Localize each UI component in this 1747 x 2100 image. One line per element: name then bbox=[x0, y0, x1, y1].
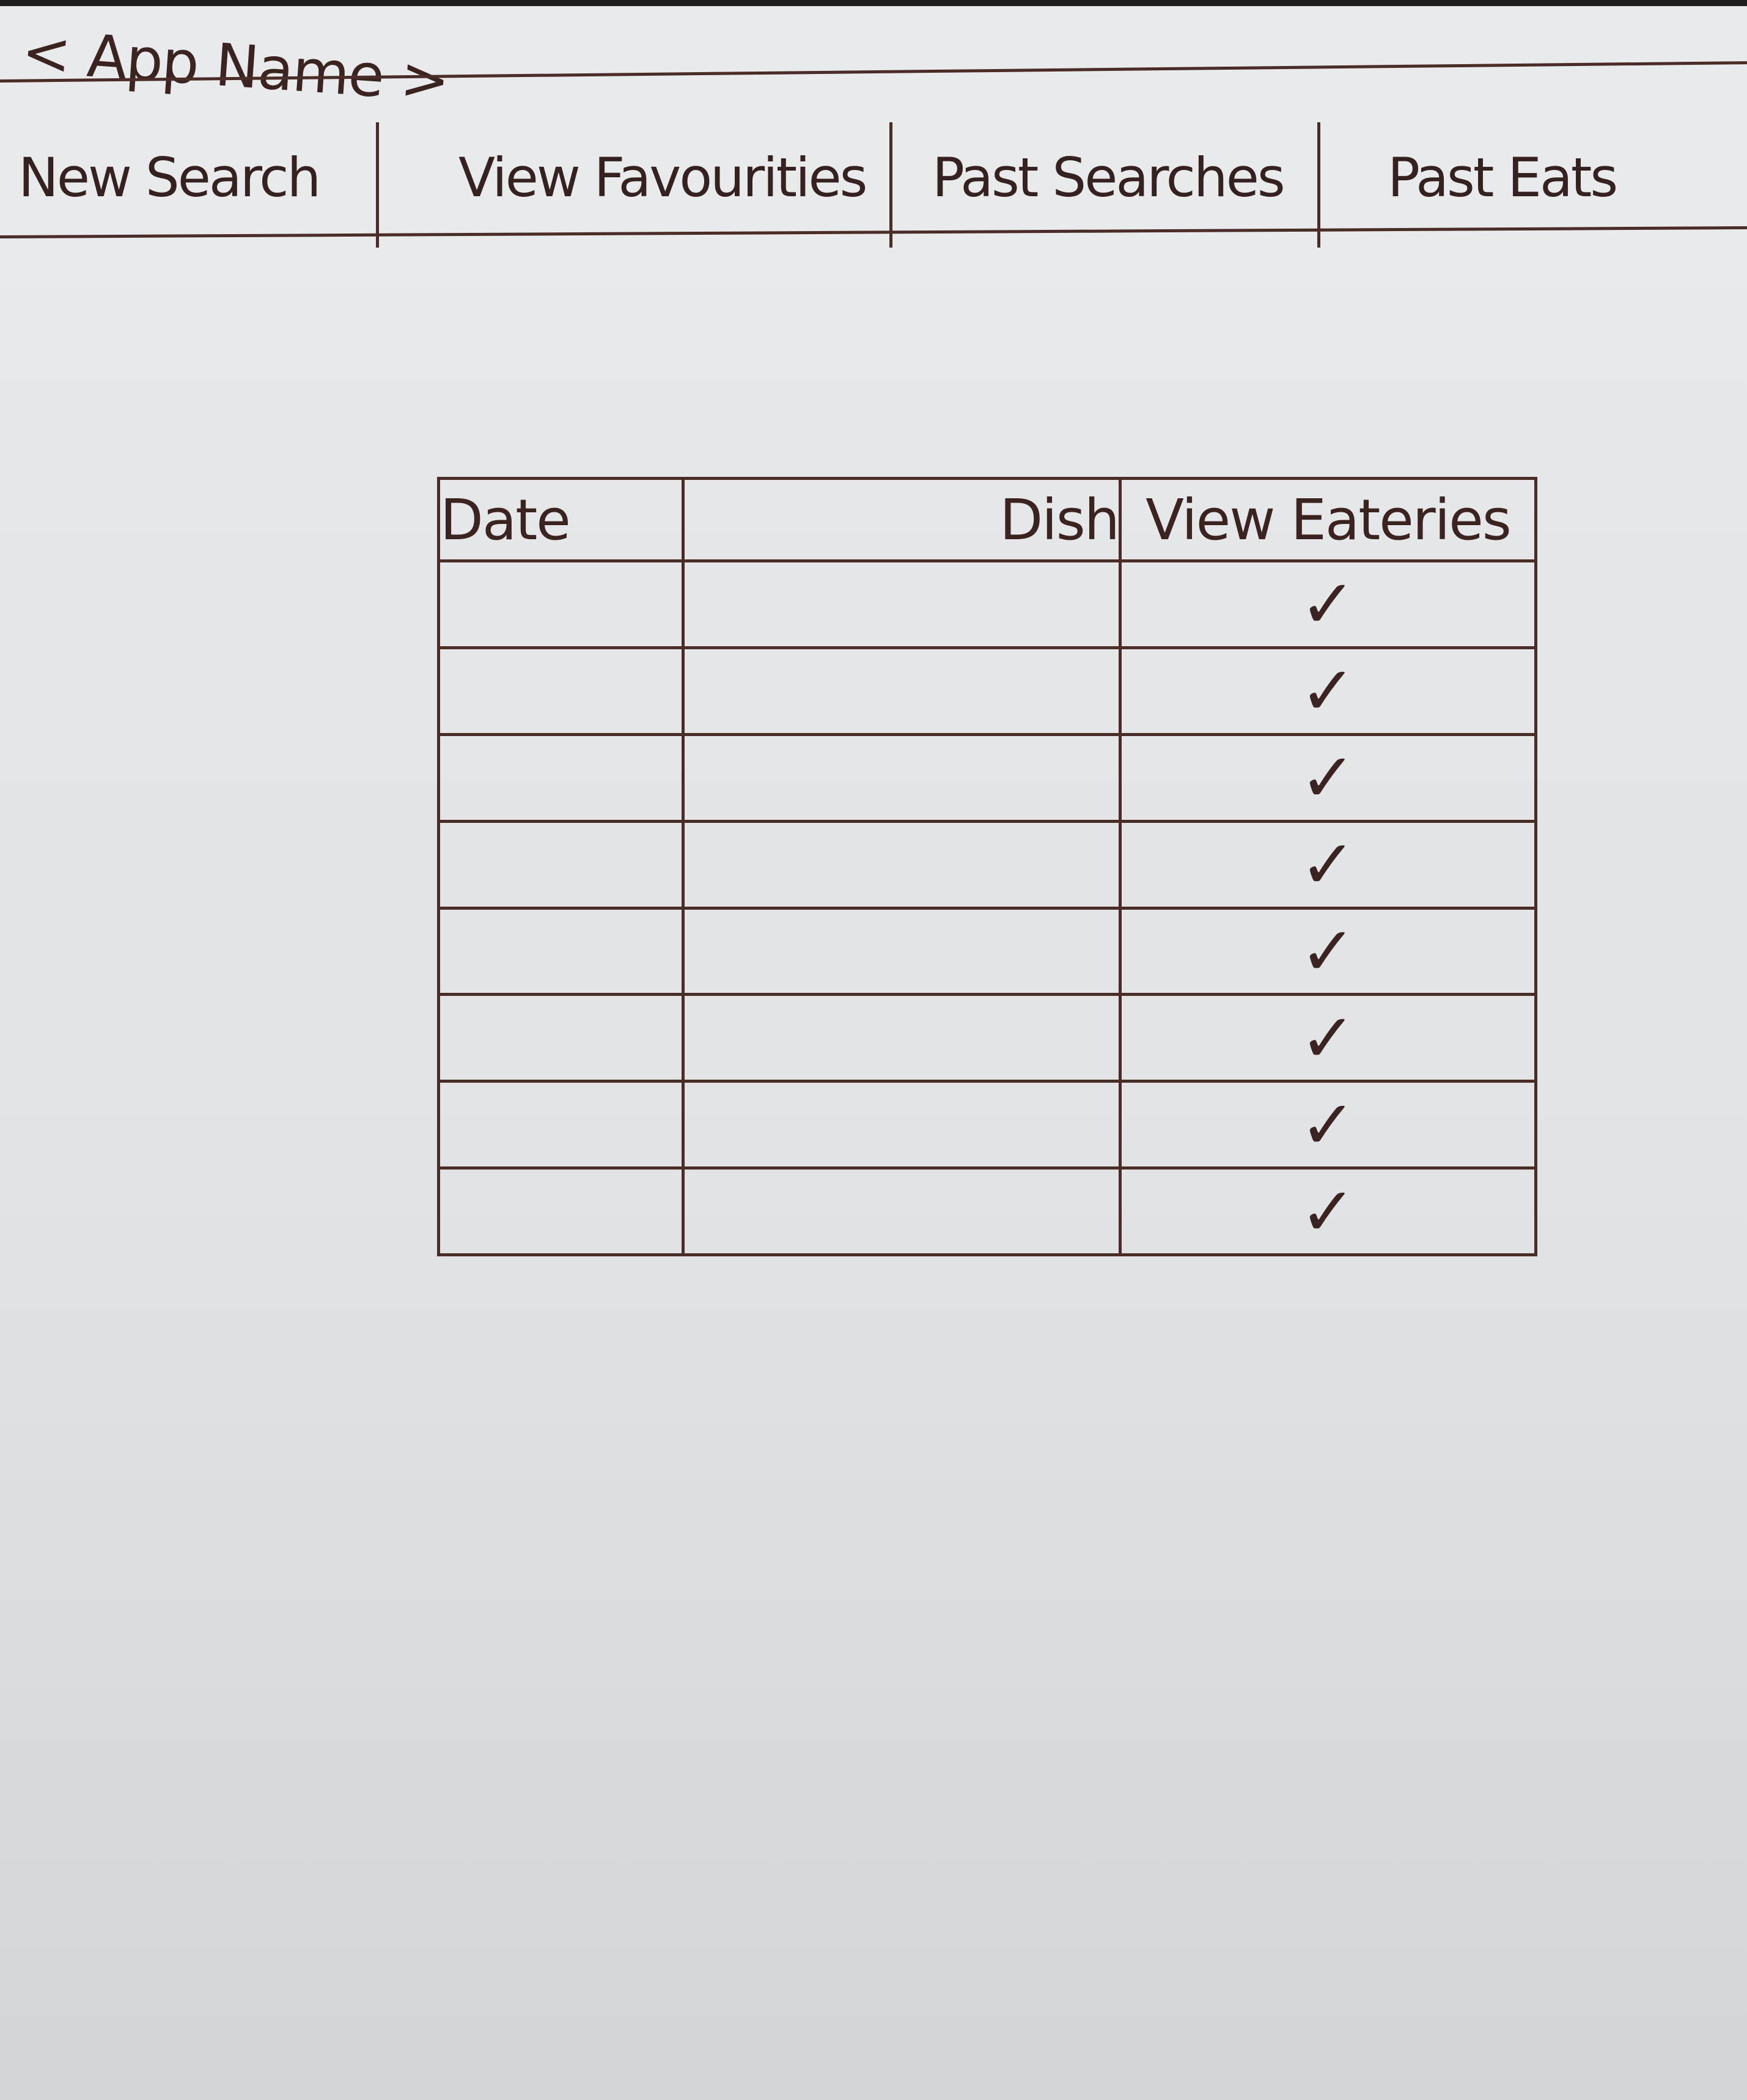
cell-date bbox=[437, 819, 685, 910]
table-row: ✓ bbox=[437, 993, 1537, 1083]
tab-view-favourities[interactable]: View Favourities bbox=[458, 116, 868, 238]
view-eateries-check-button[interactable]: ✓ bbox=[1119, 1080, 1537, 1170]
view-eateries-check-button[interactable]: ✓ bbox=[1119, 819, 1537, 910]
cell-date bbox=[437, 993, 685, 1083]
table-row: ✓ bbox=[437, 1080, 1537, 1170]
table-row: ✓ bbox=[437, 1166, 1537, 1256]
nav-divider bbox=[376, 122, 379, 248]
nav-divider bbox=[889, 122, 892, 248]
cell-dish bbox=[682, 1080, 1122, 1170]
view-eateries-check-button[interactable]: ✓ bbox=[1119, 993, 1537, 1083]
cell-date bbox=[437, 906, 685, 997]
column-header-view-eateries: View Eateries bbox=[1119, 477, 1537, 562]
past-eats-table: Date Dish View Eateries ✓ ✓ ✓ ✓ ✓ ✓ ✓ ✓ bbox=[437, 477, 1537, 1256]
cell-dish bbox=[682, 1166, 1122, 1256]
cell-date bbox=[437, 1080, 685, 1170]
view-eateries-check-button[interactable]: ✓ bbox=[1119, 559, 1537, 649]
cell-dish bbox=[682, 559, 1122, 649]
tab-past-eats[interactable]: Past Eats bbox=[1388, 116, 1618, 238]
cell-dish bbox=[682, 993, 1122, 1083]
tab-new-search[interactable]: New Search bbox=[18, 116, 321, 238]
cell-date bbox=[437, 732, 685, 823]
table-row: ✓ bbox=[437, 819, 1537, 910]
table-row: ✓ bbox=[437, 732, 1537, 823]
cell-date bbox=[437, 1166, 685, 1256]
cell-date bbox=[437, 646, 685, 736]
past-eats-table-container: Date Dish View Eateries ✓ ✓ ✓ ✓ ✓ ✓ ✓ ✓ bbox=[437, 477, 1537, 1256]
cell-dish bbox=[682, 732, 1122, 823]
table-header-row: Date Dish View Eateries bbox=[437, 477, 1537, 562]
view-eateries-check-button[interactable]: ✓ bbox=[1119, 646, 1537, 736]
table-row: ✓ bbox=[437, 906, 1537, 997]
view-eateries-check-button[interactable]: ✓ bbox=[1119, 906, 1537, 997]
column-header-date: Date bbox=[437, 477, 685, 562]
column-header-dish: Dish bbox=[682, 477, 1122, 562]
main-nav: New Search View Favourities Past Searche… bbox=[0, 116, 1747, 238]
cell-dish bbox=[682, 819, 1122, 910]
cell-date bbox=[437, 559, 685, 649]
tab-past-searches[interactable]: Past Searches bbox=[932, 116, 1285, 238]
table-row: ✓ bbox=[437, 559, 1537, 649]
view-eateries-check-button[interactable]: ✓ bbox=[1119, 1166, 1537, 1256]
table-row: ✓ bbox=[437, 646, 1537, 736]
cell-dish bbox=[682, 646, 1122, 736]
cell-dish bbox=[682, 906, 1122, 997]
view-eateries-check-button[interactable]: ✓ bbox=[1119, 732, 1537, 823]
